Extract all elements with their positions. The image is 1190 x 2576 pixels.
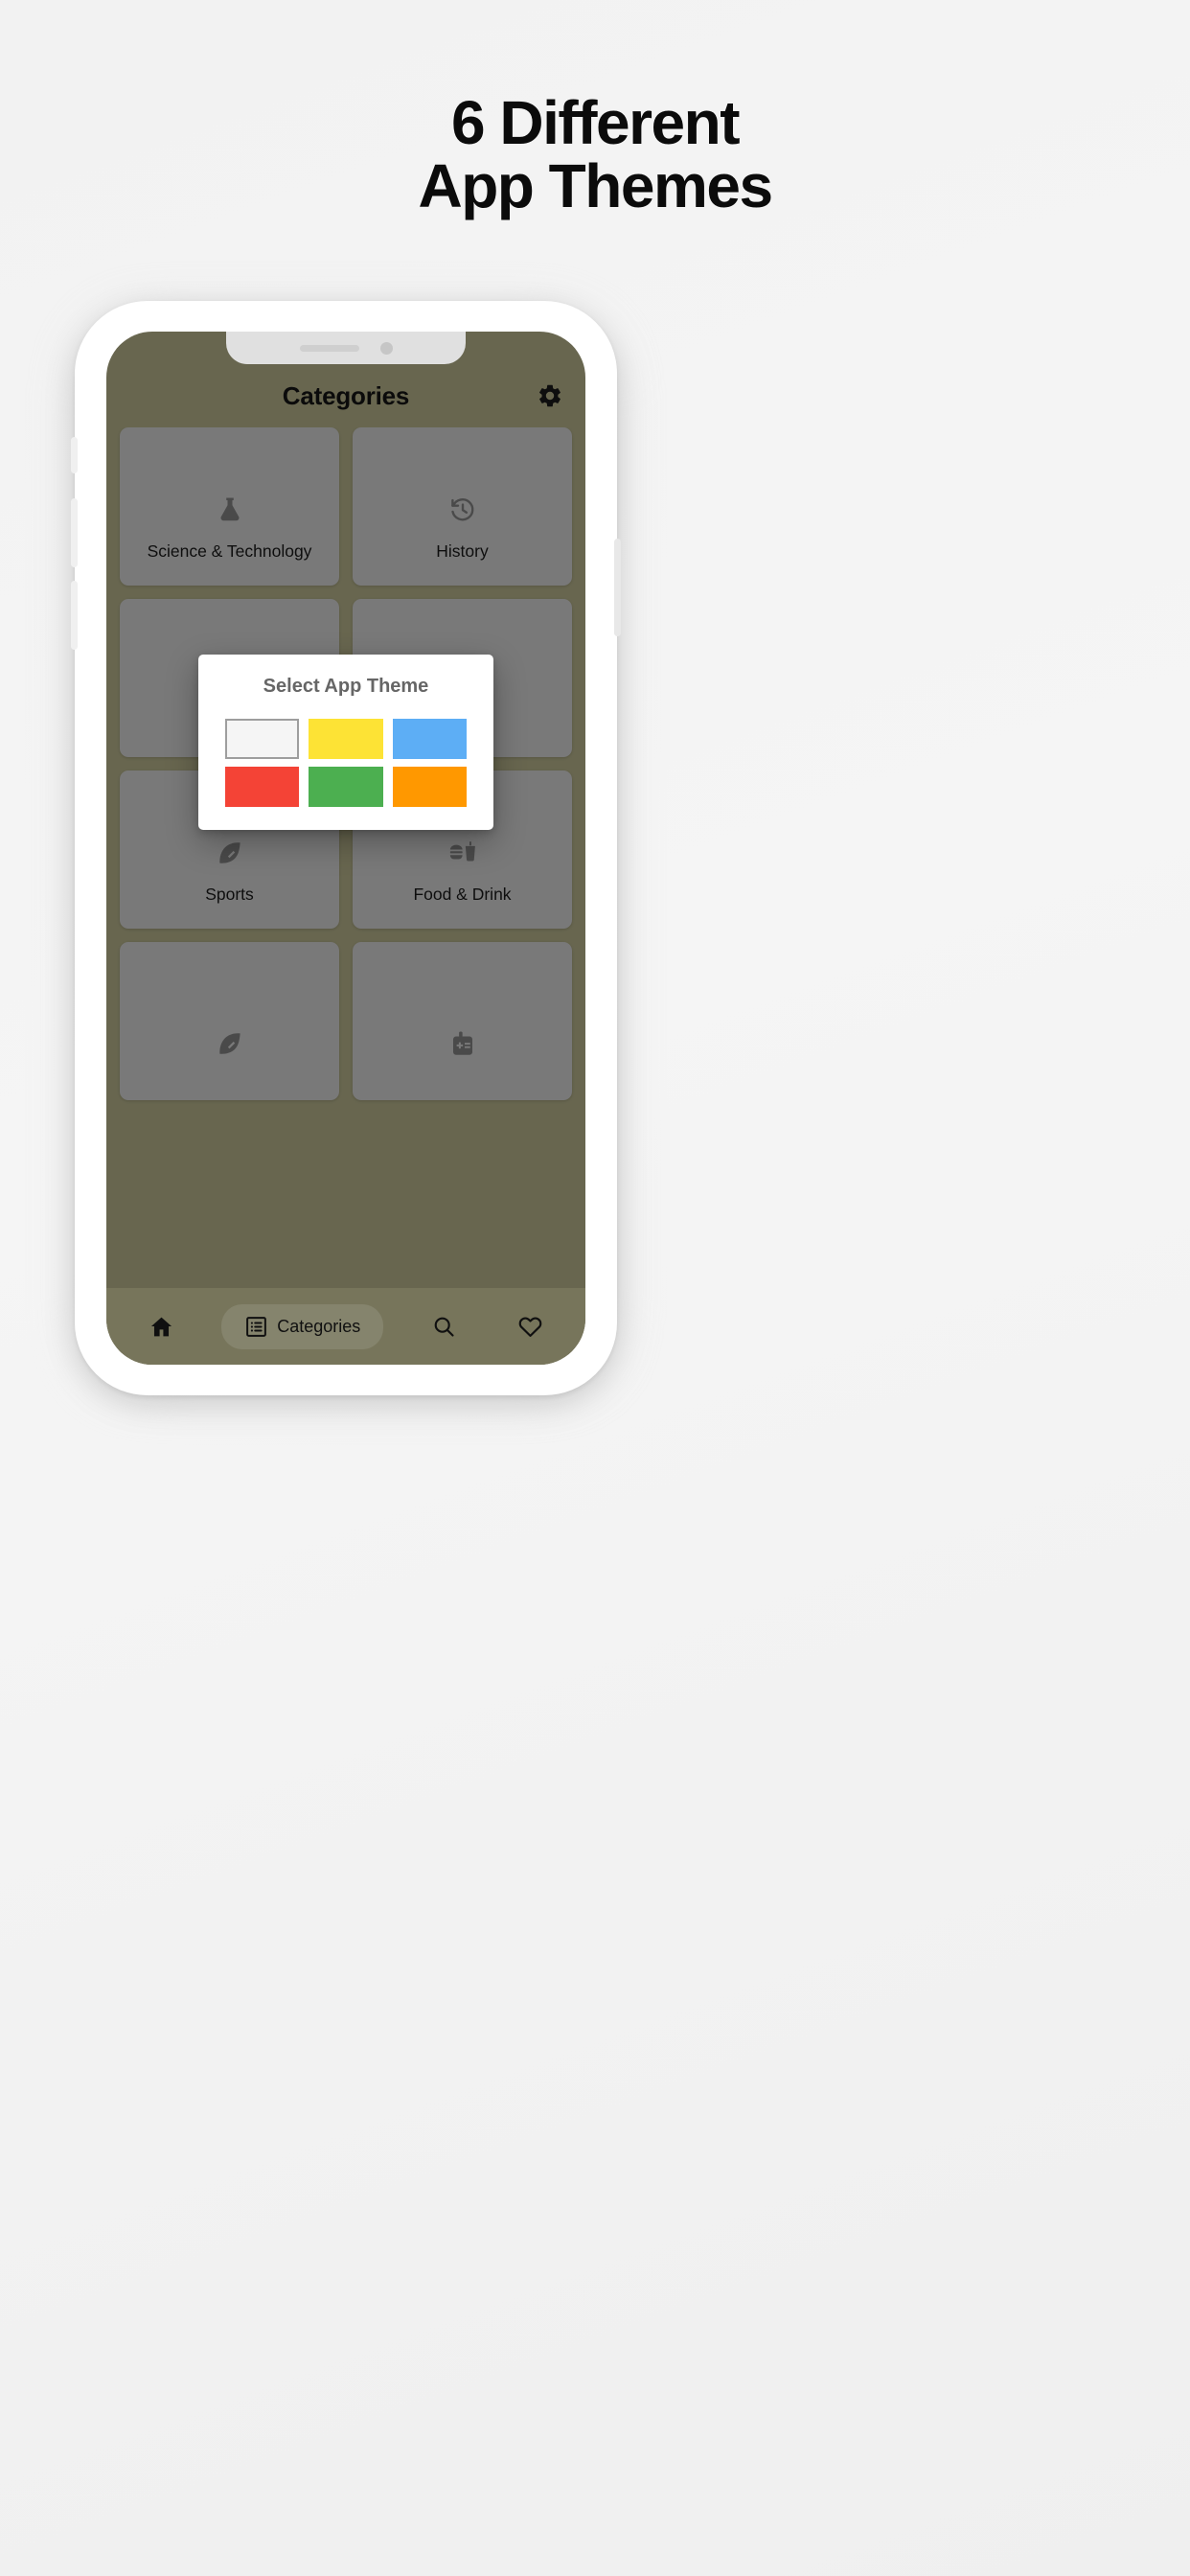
page-title: 6 Different App Themes (0, 88, 1190, 220)
nav-item-categories[interactable]: Categories (221, 1303, 384, 1349)
home-icon (149, 1314, 174, 1340)
volume-up-button[interactable] (71, 498, 78, 567)
phone-screen: Categories Science & Technology History … (106, 332, 585, 1365)
nav-item-label: Categories (277, 1316, 361, 1336)
mute-switch[interactable] (71, 437, 78, 473)
nav-item-home[interactable] (135, 1305, 188, 1348)
theme-swatch-grid (198, 719, 493, 807)
modal-scrim[interactable] (106, 332, 585, 1365)
dialog-title: Select App Theme (263, 676, 429, 697)
theme-swatch-orange[interactable] (392, 767, 467, 807)
headline-line-1: 6 Different (451, 88, 741, 157)
theme-swatch-light[interactable] (225, 719, 300, 759)
phone-mockup: Categories Science & Technology History … (71, 301, 621, 1395)
volume-down-button[interactable] (71, 581, 78, 650)
bottom-navigation: Categories (106, 1288, 585, 1365)
nav-item-search[interactable] (418, 1305, 470, 1348)
heart-icon (517, 1314, 543, 1340)
select-app-theme-dialog: Select App Theme (198, 655, 493, 830)
phone-frame: Categories Science & Technology History … (71, 301, 621, 1395)
headline-line-2: App Themes (418, 150, 773, 220)
power-button[interactable] (614, 539, 621, 636)
list-icon (244, 1315, 268, 1339)
search-icon (431, 1314, 457, 1340)
theme-swatch-red[interactable] (225, 767, 300, 807)
theme-swatch-yellow[interactable] (309, 719, 383, 759)
theme-swatch-blue[interactable] (392, 719, 467, 759)
nav-item-favorites[interactable] (504, 1305, 557, 1348)
theme-swatch-green[interactable] (309, 767, 383, 807)
